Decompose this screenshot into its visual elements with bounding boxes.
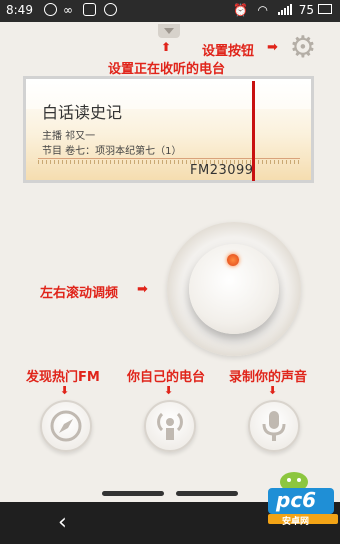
station-host: 主播 祁又一 bbox=[42, 131, 96, 142]
status-time: 8:49 bbox=[6, 3, 33, 17]
wifi-icon: ◠ bbox=[257, 3, 268, 17]
check-icon bbox=[104, 3, 117, 16]
dial-scale bbox=[38, 160, 300, 164]
annotation-record-voice: 录制你的声音 bbox=[229, 370, 308, 385]
microphone-icon bbox=[262, 411, 286, 441]
loop-icon: ∞ bbox=[63, 3, 73, 17]
compass-icon bbox=[50, 410, 82, 442]
knob-indicator-light bbox=[227, 254, 239, 266]
annotation-my-station: 你自己的电台 bbox=[127, 370, 206, 385]
annotation-discover-fm: 发现热门FM bbox=[26, 370, 100, 385]
my-station-button[interactable] bbox=[144, 400, 196, 452]
dial-scale-line bbox=[38, 158, 300, 159]
alarm-icon: ⏰ bbox=[233, 3, 248, 17]
record-button[interactable] bbox=[248, 400, 300, 452]
page-indicator bbox=[176, 491, 238, 496]
down-arrow-icon: ⬇ bbox=[60, 384, 70, 397]
tuning-knob[interactable] bbox=[189, 244, 279, 334]
right-arrow-icon: ➡ bbox=[137, 282, 148, 297]
watermark-caption: 安卓网 bbox=[282, 517, 310, 527]
station-title: 白话读史记 bbox=[42, 103, 123, 122]
status-bar: 8:49 ∞ ⏰ ◠ 75 bbox=[0, 0, 340, 22]
back-button[interactable]: ‹ bbox=[58, 510, 67, 535]
messaging-icon bbox=[44, 3, 57, 16]
pull-down-tab[interactable] bbox=[158, 24, 180, 38]
battery-level: 75 bbox=[298, 3, 314, 17]
signal-icon bbox=[278, 4, 292, 15]
tuner-panel[interactable]: 白话读史记 主播 祁又一 节目 卷七：项羽本纪第七（1） FM23099 bbox=[23, 76, 314, 183]
up-arrow-icon: ⬆ bbox=[161, 40, 172, 54]
annotation-set-station: 设置正在收听的电台 bbox=[108, 62, 226, 77]
program-name: 节目 卷七：项羽本纪第七（1） bbox=[42, 146, 182, 157]
tuning-knob-ring[interactable] bbox=[167, 222, 301, 356]
discover-button[interactable] bbox=[40, 400, 92, 452]
broadcast-icon bbox=[157, 412, 183, 440]
tuning-needle bbox=[252, 81, 255, 181]
right-arrow-icon: ➡ bbox=[267, 40, 278, 55]
battery-icon bbox=[318, 4, 332, 14]
down-arrow-icon: ⬇ bbox=[164, 384, 174, 397]
gallery-icon bbox=[83, 3, 96, 16]
frequency-display: FM23099 bbox=[190, 163, 254, 178]
annotation-tune-knob: 左右滚动调频 bbox=[40, 286, 119, 301]
annotation-settings: 设置按钮 bbox=[202, 44, 255, 59]
page-indicator bbox=[102, 491, 164, 496]
watermark: pc6 安卓网 bbox=[264, 470, 340, 527]
watermark-logo: pc6 bbox=[276, 488, 317, 512]
down-arrow-icon: ⬇ bbox=[268, 384, 278, 397]
gear-icon[interactable]: ⚙ bbox=[288, 33, 318, 63]
